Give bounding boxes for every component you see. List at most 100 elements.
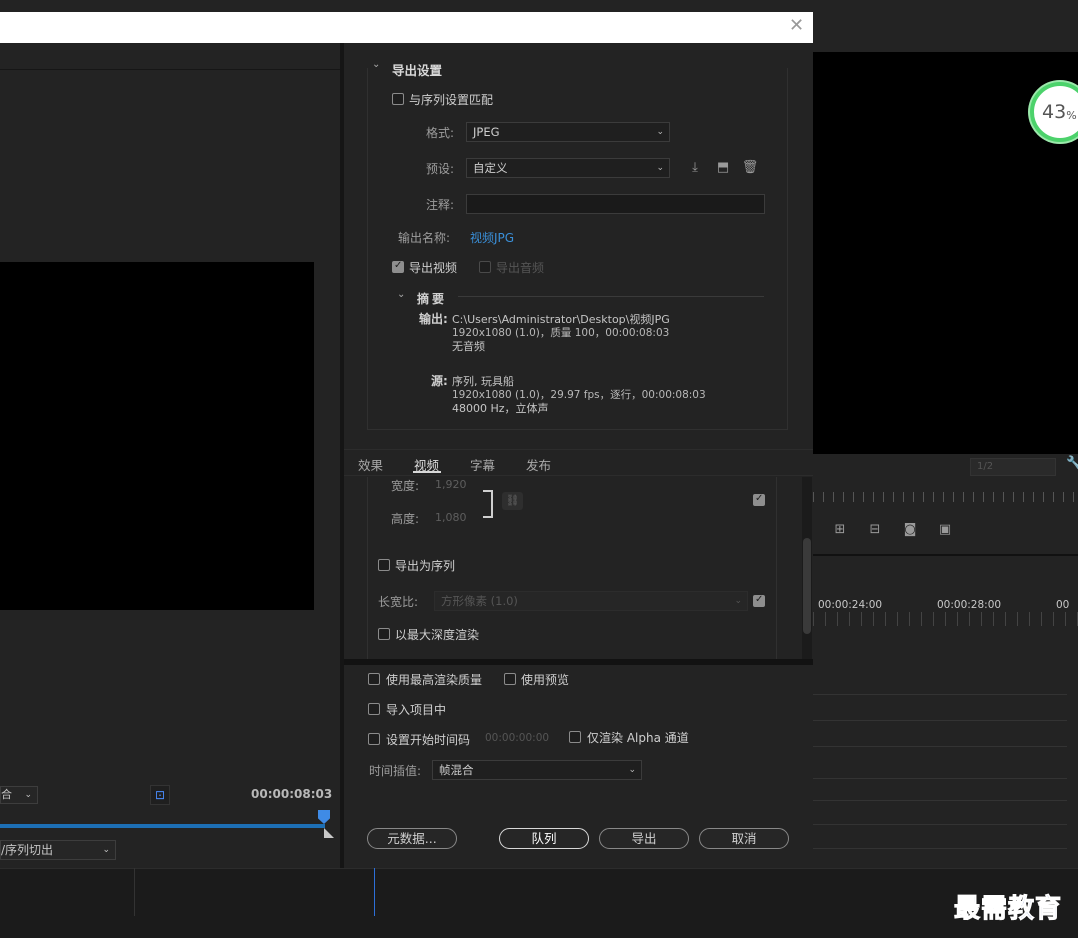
chevron-down-icon: ⌄ [656, 127, 664, 137]
link-icon[interactable]: ⛓ [502, 492, 523, 510]
summary-chevron-icon[interactable]: ⌄ [397, 289, 405, 300]
track-divider [813, 720, 1067, 721]
section-divider [344, 659, 813, 665]
chevron-down-icon: ⌄ [628, 765, 636, 775]
export-video-checkbox[interactable] [392, 260, 404, 273]
wrench-icon[interactable]: 🔧 [1066, 456, 1078, 471]
comments-label: 注释: [426, 198, 455, 212]
watermark: 最需教育 [953, 894, 1063, 925]
use-previews-label: 使用预览 [521, 673, 570, 687]
track-divider [813, 848, 1067, 849]
summary-source-label: 源: [431, 374, 448, 388]
group-border [367, 477, 368, 659]
timeline-time-3: 00 [1056, 599, 1070, 611]
max-quality-label: 使用最高渲染质量 [386, 673, 483, 687]
summary-divider [458, 296, 764, 297]
tab-publish[interactable]: 发布 [526, 455, 551, 474]
track-divider [813, 746, 1067, 747]
save-preset-icon[interactable]: ⤓ [685, 158, 705, 178]
comments-input[interactable] [466, 194, 765, 214]
timeline-time-2: 00:00:28:00 [937, 599, 1002, 611]
preset-label: 预设: [426, 162, 455, 176]
output-name-label: 输出名称: [398, 231, 451, 245]
chevron-down-icon: ⌄ [734, 596, 742, 606]
link-bracket [483, 490, 493, 518]
cancel-button[interactable]: 取消 [699, 828, 789, 849]
output-name-link[interactable]: 视频JPG [470, 229, 514, 246]
time-interp-label: 时间插值: [369, 764, 422, 778]
export-as-sequence-checkbox[interactable] [378, 559, 390, 571]
program-monitor-header [813, 12, 1078, 54]
close-icon[interactable]: ✕ [789, 15, 804, 37]
alpha-only-checkbox[interactable] [569, 731, 581, 743]
export-video-label: 导出视频 [409, 261, 458, 275]
time-interp-select[interactable]: 帧混合 ⌄ [432, 760, 642, 780]
scrub-bar[interactable] [0, 824, 325, 828]
import-preset-icon[interactable]: ⬒ [713, 158, 733, 178]
extract-icon[interactable]: ⊟ [865, 520, 885, 540]
chevron-down-icon: ⌄ [102, 845, 110, 855]
track-divider [813, 778, 1067, 779]
source-preview-frame [0, 262, 314, 610]
summary-source-audio: 48000 Hz，立体声 [452, 402, 549, 415]
import-project-checkbox[interactable] [368, 703, 380, 715]
panel-divider [134, 868, 135, 916]
section-title: 导出设置 [392, 63, 443, 78]
start-timecode-value[interactable]: 00:00:00:00 [485, 732, 549, 744]
tab-captions[interactable]: 字幕 [470, 455, 495, 474]
track-divider [813, 824, 1067, 825]
scrollbar-thumb[interactable] [803, 538, 811, 634]
start-timecode-checkbox[interactable] [368, 733, 380, 745]
alpha-only-label: 仅渲染 Alpha 通道 [587, 731, 689, 745]
match-sequence-checkbox[interactable] [392, 93, 404, 105]
camera-icon[interactable]: ◙ [900, 520, 920, 540]
fit-select[interactable]: 合 ⌄ [0, 786, 38, 804]
crop-output-button[interactable]: ⊡ [150, 785, 170, 805]
import-project-label: 导入项目中 [386, 703, 447, 717]
timeline-time-1: 00:00:24:00 [818, 599, 883, 611]
export-audio-label: 导出音频 [496, 261, 545, 275]
queue-button[interactable]: 队列 [499, 828, 589, 849]
track-divider [813, 694, 1067, 695]
export-button[interactable]: 导出 [599, 828, 689, 849]
aspect-label: 长宽比: [378, 595, 419, 609]
aspect-select[interactable]: 方形像素 (1.0) ⌄ [434, 591, 748, 611]
max-depth-label: 以最大深度渲染 [395, 628, 480, 642]
source-range-select[interactable]: /序列切出 ⌄ [0, 840, 116, 860]
export-audio-checkbox[interactable] [479, 261, 491, 273]
max-quality-checkbox[interactable] [368, 673, 380, 685]
chevron-down-icon: ⌄ [656, 163, 664, 173]
dialog-titlebar [0, 12, 813, 43]
max-depth-checkbox[interactable] [378, 628, 390, 640]
export-as-sequence-label: 导出为序列 [395, 559, 456, 573]
app-top-strip [0, 0, 1078, 12]
use-previews-checkbox[interactable] [504, 673, 516, 685]
timeline-ruler[interactable] [813, 612, 1078, 626]
app-bottom-panel [0, 868, 1078, 938]
compare-icon[interactable]: ▣ [935, 520, 955, 540]
playhead-line[interactable] [374, 868, 375, 916]
chevron-down-icon: ⌄ [24, 790, 32, 800]
match-source-aspect-checkbox[interactable] [753, 594, 765, 607]
tab-effects[interactable]: 效果 [358, 455, 383, 474]
summary-output-label: 输出: [419, 312, 448, 326]
group-border [776, 477, 777, 659]
width-label: 宽度: [391, 479, 420, 493]
width-value[interactable]: 1,920 [435, 478, 467, 491]
collapse-chevron-icon[interactable]: ⌄ [372, 59, 380, 70]
preset-select[interactable]: 自定义 ⌄ [466, 158, 670, 178]
summary-output-audio: 无音频 [452, 340, 485, 353]
active-tab-indicator [413, 471, 441, 473]
start-timecode-label: 设置开始时间码 [386, 733, 471, 747]
height-value[interactable]: 1,080 [435, 511, 467, 524]
lift-icon[interactable]: ⊞ [830, 520, 850, 540]
format-select[interactable]: JPEG ⌄ [466, 122, 670, 142]
metadata-button[interactable]: 元数据... [367, 828, 457, 849]
match-source-size-checkbox[interactable] [753, 493, 765, 506]
delete-preset-icon[interactable]: 🗑 [740, 158, 760, 178]
track-divider [813, 800, 1067, 801]
source-duration: 00:00:08:03 [251, 787, 333, 801]
match-sequence-label: 与序列设置匹配 [409, 93, 494, 107]
zoom-select[interactable]: 1/2 [970, 458, 1056, 476]
height-label: 高度: [391, 512, 420, 526]
